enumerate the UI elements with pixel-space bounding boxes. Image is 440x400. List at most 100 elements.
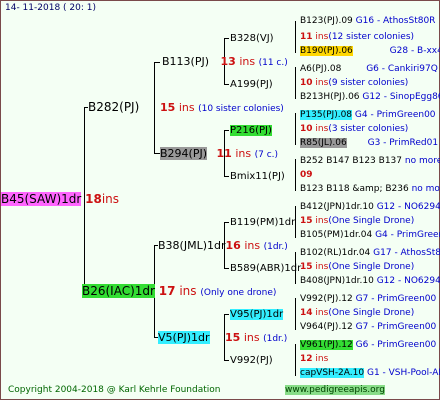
connector	[224, 268, 229, 269]
anc-row[interactable]: B123 B118 &amp; B236 no more	[300, 184, 440, 195]
node-name[interactable]: V5(PJ)1dr	[158, 331, 210, 344]
count-row: 12 ins	[300, 354, 328, 365]
anc-name[interactable]: B102(RL)1dr.04	[300, 248, 370, 258]
note: (1dr.)	[263, 334, 288, 344]
node-name[interactable]: B113(PJ)	[162, 55, 209, 68]
node-name[interactable]: B294(PJ)	[160, 147, 208, 160]
anc-row[interactable]: B123(PJ).09 G16 - AthosSt80R	[300, 16, 435, 27]
anc-row[interactable]: V992(PJ).12 G7 - PrimGreen00	[300, 294, 436, 305]
anc-name[interactable]: B252 B147 B123 B137	[300, 156, 402, 166]
anc-row[interactable]: B105(PM)1dr.04 G4 - PrimGreen00	[300, 230, 440, 241]
ggp-v992[interactable]: V992(PJ)	[230, 355, 273, 366]
ins-label: ins	[315, 216, 329, 226]
gp-3[interactable]: B38(JML)1dr16 ins (1dr.)	[158, 239, 288, 254]
site-link[interactable]: www.pedigreeapis.org	[285, 385, 385, 396]
note: (11 c.)	[258, 58, 288, 68]
anc-origin: G12 - NO6294R	[376, 276, 440, 286]
anc-name[interactable]: capVSH-2A.10	[300, 368, 365, 378]
count-row: 11 ins(12 sister colonies)	[300, 32, 414, 43]
anc-name[interactable]: V964(PJ).12	[300, 322, 353, 332]
gp-2[interactable]: B294(PJ) 11 ins (7 c.)	[160, 147, 278, 162]
anc-row[interactable]: A6(PJ).08 G6 - Cankiri97Q	[300, 64, 438, 75]
gp-1[interactable]: B113(PJ) 13 ins (11 c.)	[162, 55, 288, 70]
connector	[224, 314, 229, 315]
anc-name[interactable]: P135(PJ).08	[300, 110, 353, 120]
anc-row[interactable]: B408(JPN)1dr.10 G12 - NO6294R	[300, 276, 440, 287]
anc-name[interactable]: R85(JL).06	[300, 138, 347, 148]
node-name[interactable]: B26(IAC)1dr	[82, 284, 155, 298]
root-name[interactable]: B45(SAW)1dr	[1, 192, 82, 206]
anc-origin: G7 - PrimGreen00	[355, 294, 437, 304]
anc-name[interactable]: B105(PM)1dr.04	[300, 230, 372, 240]
anc-origin: G6 - PrimGreen00	[355, 340, 437, 350]
count: 16	[225, 239, 241, 252]
ins-label: ins	[235, 147, 252, 160]
anc-name[interactable]: V992(PJ).12	[300, 294, 353, 304]
anc-origin: G6 - Cankiri97Q	[366, 64, 438, 74]
ggp-p216[interactable]: P216(PJ)	[230, 125, 272, 136]
site-link-text[interactable]: www.pedigreeapis.org	[285, 385, 385, 395]
ins-label: ins	[178, 101, 195, 114]
count-row: 09	[300, 170, 313, 181]
ins-label: ins	[315, 262, 329, 272]
date-header: 14- 11-2018 ( 20: 1)	[5, 3, 96, 13]
connector	[224, 222, 229, 223]
root-count: 18	[85, 192, 102, 206]
note: (12 sister colonies)	[328, 32, 415, 42]
node-name[interactable]: B282(PJ)	[88, 100, 139, 114]
connector	[224, 38, 229, 39]
ins-label: ins	[243, 331, 260, 344]
ggp-a199[interactable]: A199(PJ)	[230, 79, 273, 90]
anc-row[interactable]: V961(PJ).12 G6 - PrimGreen00	[300, 340, 436, 351]
ins-label: ins	[315, 354, 329, 364]
count: 11	[300, 32, 313, 42]
count: 10	[300, 124, 313, 134]
parent-queen[interactable]: B282(PJ)	[88, 100, 139, 114]
anc-name[interactable]: V961(PJ).12	[300, 340, 353, 350]
anc-row[interactable]: P135(PJ).08 G4 - PrimGreen00	[300, 110, 436, 121]
anc-origin: G17 - AthosSt80R	[373, 248, 440, 258]
anc-row[interactable]: B412(JPN)1dr.10 G12 - NO6294R	[300, 202, 440, 213]
ins-label: ins	[315, 32, 329, 42]
anc-origin: G3 - PrimRed01	[367, 138, 439, 148]
anc-name[interactable]: B408(JPN)1dr.10	[300, 276, 374, 286]
ins-label: ins	[315, 308, 329, 318]
anc-name[interactable]: B213H(PJ).06	[300, 92, 360, 102]
ggp-b328[interactable]: B328(VJ)	[230, 33, 274, 44]
anc-name[interactable]: B123(PJ).09	[300, 16, 353, 26]
anc-row[interactable]: B252 B147 B123 B137 no more	[300, 156, 440, 167]
node-name[interactable]: B38(JML)1dr	[158, 239, 226, 252]
anc-name[interactable]: A6(PJ).08	[300, 64, 341, 74]
bracket	[295, 344, 296, 376]
note: (1dr.)	[263, 242, 288, 252]
count: 14	[300, 308, 313, 318]
anc-name[interactable]: B412(JPN)1dr.10	[300, 202, 374, 212]
anc-row[interactable]: B213H(PJ).06 G12 - SinopEgg86R	[300, 92, 440, 103]
gp-4[interactable]: V5(PJ)1dr 15 ins (1dr.)	[158, 331, 287, 346]
anc-row[interactable]: R85(JL).06 G3 - PrimRed01	[300, 138, 438, 149]
parent-drone[interactable]: B26(IAC)1dr 17 ins (Only one drone)	[82, 284, 276, 300]
ggp-bmix11[interactable]: Bmix11(PJ)	[230, 171, 285, 182]
anc-row[interactable]: capVSH-2A.10 G1 - VSH-Pool-AR	[300, 368, 440, 379]
anc-name[interactable]: B123 B118 &amp; B236	[300, 184, 409, 194]
root-node[interactable]: B45(SAW)1dr 18ins	[1, 192, 119, 206]
copyright-text: Copyright 2004-2018 @ Karl Kehrle Founda…	[8, 385, 221, 395]
anc-row[interactable]: V964(PJ).12 G7 - PrimGreen00	[300, 322, 436, 333]
count-row: 15 ins(One Single Drone)	[300, 216, 414, 227]
anc-row[interactable]: B190(PJ).06 G28 - B-xx43	[300, 46, 440, 57]
connector	[224, 130, 229, 131]
bracket	[295, 298, 296, 330]
ggp-b119[interactable]: B119(PM)1dr	[230, 217, 295, 228]
anc-name[interactable]: B190(PJ).06	[300, 46, 353, 56]
anc-row[interactable]: B102(RL)1dr.04 G17 - AthosSt80R	[300, 248, 440, 259]
anc-origin: G16 - AthosSt80R	[355, 16, 436, 26]
ggp-v95[interactable]: V95(PJ)1dr	[230, 309, 284, 320]
ggp-b589[interactable]: B589(ABR)1dr	[230, 263, 301, 274]
bracket	[295, 21, 296, 53]
node-name[interactable]: V95(PJ)1dr	[230, 309, 284, 320]
note: (7 c.)	[254, 150, 279, 160]
count: 15	[300, 216, 313, 226]
anc-origin: G1 - VSH-Pool-AR	[366, 368, 440, 378]
node-name[interactable]: P216(PJ)	[230, 125, 272, 136]
parent-queen-info: 15 ins (10 sister colonies)	[160, 101, 284, 116]
